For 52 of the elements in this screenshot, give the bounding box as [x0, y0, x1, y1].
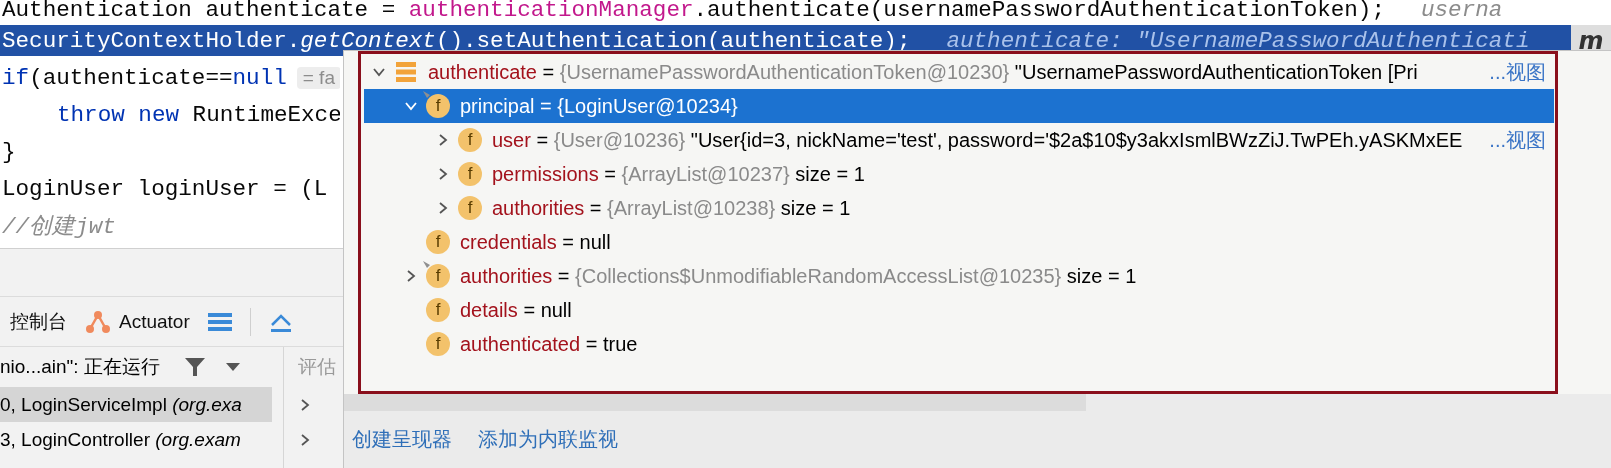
caret-icon[interactable]	[225, 362, 240, 372]
code-line: if(authenticate==null	[1, 64, 287, 91]
tree-row[interactable]: f authenticated = true	[364, 327, 1554, 361]
tree-row[interactable]: f user = {User@10236} "User{id=3, nickName='test', password='$2a$10$y3akxIsmlBWzZiJ.TwPEh.yASKMxEE ...视图	[364, 123, 1554, 157]
variable-text: authenticated = true	[460, 332, 639, 356]
field-icon: f	[426, 94, 450, 118]
code-line: }	[1, 138, 16, 165]
tool-tab[interactable]: Actuator	[85, 309, 190, 334]
tool-tab[interactable]: 控制台	[10, 308, 67, 335]
thread-label[interactable]: nio...ain": 正在运行	[0, 354, 160, 380]
tree-row[interactable]: f details = null	[364, 293, 1554, 327]
variable-text: authorities = {Collections$UnmodifiableRandomAccessList@10235} size = 1	[460, 264, 1138, 288]
tree-row[interactable]: f principal = {LoginUser@10234}	[364, 89, 1554, 123]
code-line: SecurityContextHolder.getContext().setAuthentication(authenticate);	[1, 27, 911, 54]
tree-row[interactable]: f authorities = {Collections$UnmodifiableRandomAccessList@10235} size = 1	[364, 259, 1554, 293]
field-icon: f	[426, 264, 450, 288]
tree-row[interactable]: f credentials = null	[364, 225, 1554, 259]
variable-text: user = {User@10236} "User{id=3, nickName='test', password='$2a$10$y3akxIsmlBWzZiJ.TwPEh.yASKMxEE	[492, 128, 1464, 152]
view-link[interactable]: ...视图	[1489, 126, 1546, 154]
tree-row[interactable]: f authorities = {ArrayList@10238} size = 1	[364, 191, 1554, 225]
code-line: //创建jwt	[1, 213, 116, 241]
menu-icon[interactable]	[207, 311, 232, 332]
inline-hint: authenticate: "UsernamePasswordAuthenticati	[946, 27, 1530, 54]
variable-text: permissions = {ArrayList@10237} size = 1	[492, 162, 866, 186]
tree-row[interactable]: authenticate = {UsernamePasswordAuthenticationToken@10230} "UsernamePasswordAuthenticationToken [Pri ...视图	[364, 55, 1554, 89]
object-icon	[394, 60, 418, 84]
inline-hint: = fa	[296, 66, 340, 89]
field-icon: f	[458, 196, 482, 220]
evaluate-field[interactable]: 评估	[298, 347, 348, 387]
footer-link[interactable]: 添加为内联监视	[478, 426, 618, 453]
field-icon: f	[426, 332, 450, 356]
variable-text: credentials = null	[460, 230, 612, 254]
variable-text: authenticate = {UsernamePasswordAuthenticationToken@10230} "UsernamePasswordAuthenticationToken [Pri	[428, 60, 1419, 84]
code-line: Authentication authenticate = authenticationManager.authenticate(usernamePasswordAuthenticationToken);	[1, 0, 1385, 21]
code-line: LoginUser loginUser = (L	[1, 175, 328, 202]
code-line: throw new RuntimeExce	[56, 101, 340, 128]
variable-text: principal = {LoginUser@10234}	[460, 94, 739, 118]
field-icon: f	[426, 298, 450, 322]
view-link[interactable]: ...视图	[1489, 58, 1546, 86]
field-icon: f	[458, 128, 482, 152]
inline-hint: userna	[1421, 0, 1503, 21]
stack-frame[interactable]: 0, LoginServiceImpl (org.exa	[0, 387, 272, 422]
tree-row[interactable]: f permissions = {ArrayList@10237} size = 1	[364, 157, 1554, 191]
stack-frame[interactable]: 3, LoginController (org.exam	[0, 422, 272, 457]
field-icon: f	[458, 162, 482, 186]
footer-link[interactable]: 创建呈现器	[352, 426, 452, 453]
variable-text: authorities = {ArrayList@10238} size = 1	[492, 196, 852, 220]
actuator-icon	[86, 310, 110, 333]
field-icon: f	[426, 230, 450, 254]
variable-text: details = null	[460, 298, 573, 322]
scrollbar-thumb[interactable]	[344, 394, 1086, 411]
filter-icon[interactable]	[183, 356, 206, 378]
